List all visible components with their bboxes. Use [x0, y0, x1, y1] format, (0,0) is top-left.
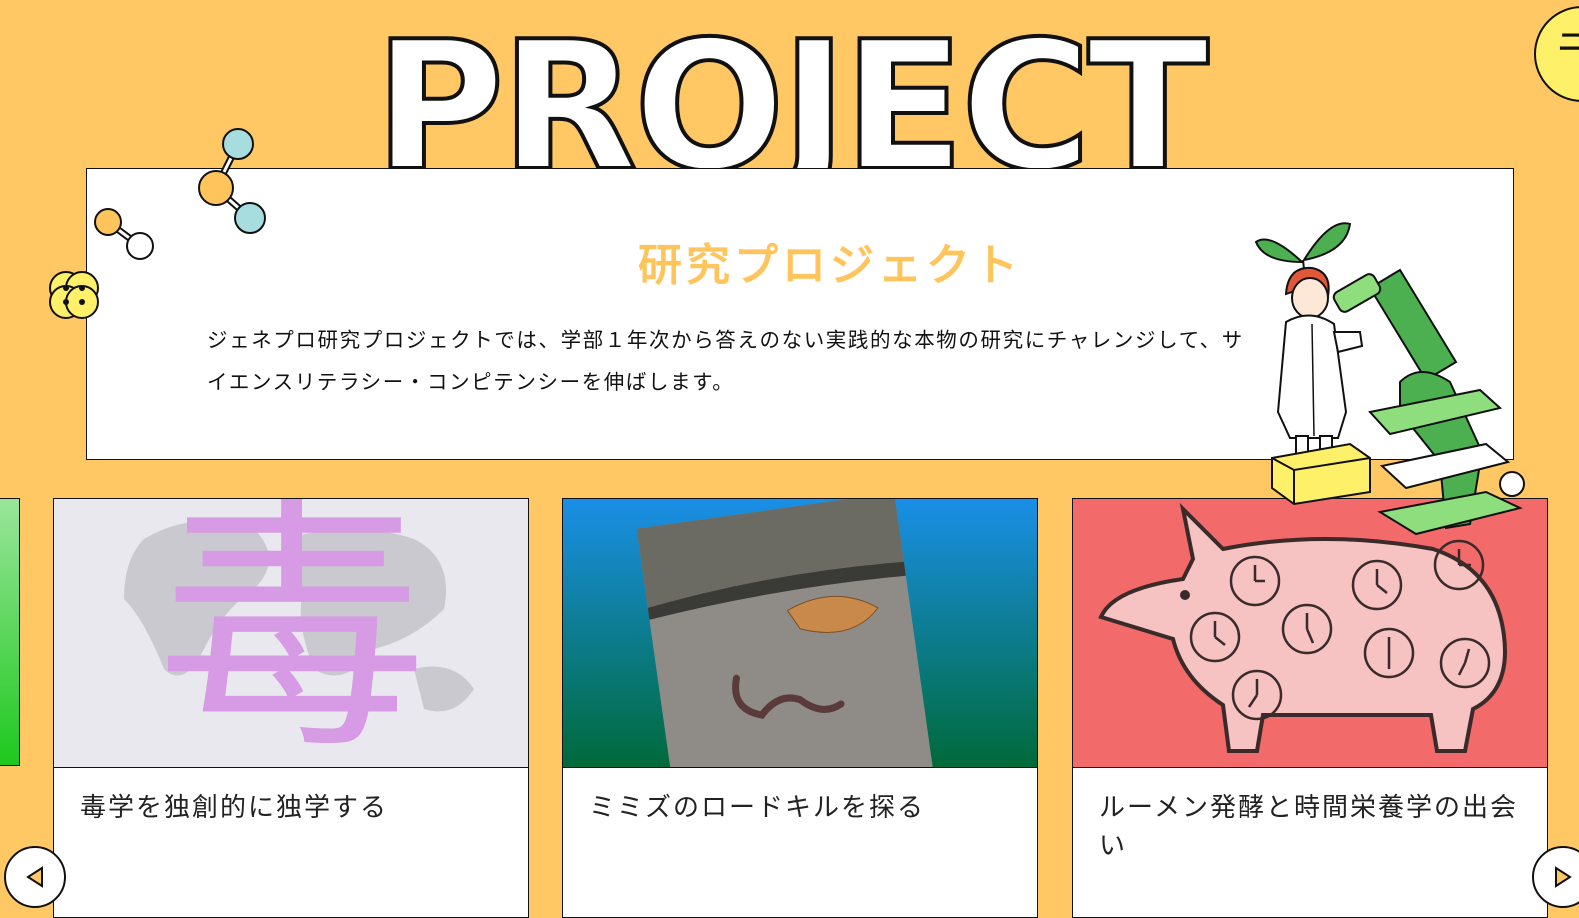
chevron-right-icon	[1555, 866, 1572, 888]
project-card-rumen[interactable]: ルーメン発酵と時間栄養学の出会い	[1072, 498, 1548, 918]
chevron-left-icon	[26, 866, 43, 888]
scientist-microscope-illustration	[1254, 222, 1525, 536]
card-thumbnail: 毒	[54, 499, 528, 768]
carousel-prev-button[interactable]	[4, 846, 66, 908]
project-card-toxicology[interactable]: 毒 毒学を独創的に独学する	[53, 498, 529, 918]
card-thumbnail	[563, 499, 1037, 768]
project-card-earthworm[interactable]: ミミズのロードキルを探る	[562, 498, 1038, 918]
card-title: ミミズのロードキルを探る	[589, 793, 926, 823]
carousel-next-button[interactable]	[1532, 846, 1579, 908]
partial-card-left[interactable]	[0, 498, 20, 766]
card-title: ルーメン発酵と時間栄養学の出会い	[1099, 793, 1518, 861]
card-title: 毒学を独創的に独学する	[80, 793, 389, 823]
poison-kanji: 毒	[157, 499, 427, 768]
molecule-icon	[94, 128, 266, 260]
cell-icon	[49, 271, 99, 319]
earthworm-photo	[636, 499, 935, 767]
intro-text: ジェネプロ研究プロジェクトでは、学部１年次から答えのない実践的な本物の研究にチャ…	[207, 328, 1244, 394]
